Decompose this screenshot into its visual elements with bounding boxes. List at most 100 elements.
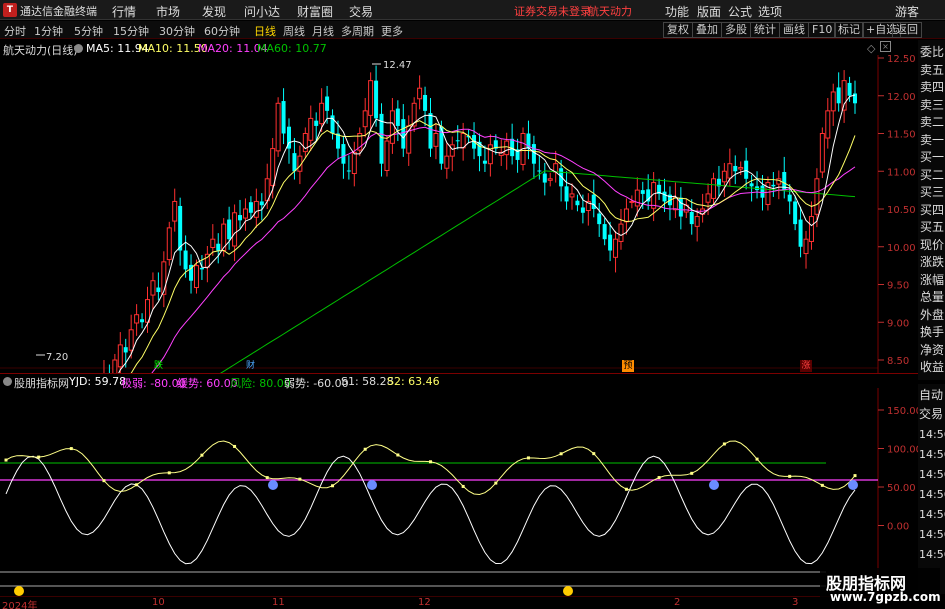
- candle-body: [537, 170, 542, 172]
- candle-body: [672, 197, 678, 211]
- indicator-dot: [429, 460, 432, 464]
- menu-formula[interactable]: 公式: [728, 3, 752, 20]
- candle-body: [199, 267, 204, 270]
- draw-button[interactable]: 画线: [779, 22, 809, 38]
- period-tick[interactable]: 分时: [4, 23, 26, 39]
- period-monthly[interactable]: 月线: [312, 23, 334, 39]
- marker-forecast[interactable]: 预: [622, 360, 634, 372]
- indicator-dot: [331, 484, 335, 488]
- trade-panel-item[interactable]: 自动: [919, 386, 943, 403]
- candle-body: [559, 168, 564, 187]
- candle-body: [836, 87, 841, 104]
- candle-body: [112, 359, 118, 373]
- period-1min[interactable]: 1分钟: [34, 23, 63, 39]
- candle-body: [227, 219, 232, 240]
- menu-quotes[interactable]: 行情: [112, 3, 136, 20]
- guest-label[interactable]: 游客: [895, 3, 919, 20]
- indicator-dot: [200, 453, 204, 457]
- marker-up[interactable]: 涨: [800, 360, 812, 372]
- login-warning[interactable]: 证券交易未登录: [514, 3, 591, 19]
- candle-body: [569, 193, 575, 198]
- signal-face-icon: [268, 480, 278, 490]
- period-30min[interactable]: 30分钟: [159, 23, 195, 39]
- adjust-button[interactable]: 复权: [663, 22, 693, 38]
- candle-body: [711, 178, 716, 199]
- settings-dot-icon[interactable]: [74, 44, 83, 53]
- period-60min[interactable]: 60分钟: [204, 23, 240, 39]
- candle-body: [771, 184, 776, 187]
- candle-body: [608, 234, 613, 251]
- watermark: 股朋指标网 www.7gpzb.com: [820, 568, 941, 608]
- x-label-2024: 2024年: [2, 601, 38, 609]
- candle-body: [210, 238, 216, 249]
- menu-trade[interactable]: 交易: [349, 3, 373, 20]
- menu-layout[interactable]: 版面: [697, 3, 721, 20]
- candle-body: [640, 190, 645, 194]
- indicator-dot: [135, 483, 139, 487]
- indicator-dot: [788, 474, 792, 478]
- indicator-dot: [4, 458, 8, 462]
- trade-time-item: 14:56: [919, 548, 945, 561]
- candle-body: [787, 194, 792, 202]
- trade-panel-item[interactable]: 交易: [919, 405, 943, 422]
- candle-body: [166, 227, 172, 261]
- candle-body: [178, 205, 183, 251]
- close-icon[interactable]: ×: [880, 41, 891, 52]
- candlestick-chart: 12.50 12.00 11.50 11.00 10.50 10.00 9.50 9.00 8.…: [0, 55, 916, 373]
- period-daily[interactable]: 日线: [254, 23, 276, 39]
- f10-button[interactable]: F10: [808, 22, 837, 38]
- candle-body: [504, 140, 510, 156]
- overlay-button[interactable]: 叠加: [692, 22, 722, 38]
- period-more[interactable]: 更多: [381, 23, 403, 39]
- marker-finance[interactable]: 财: [246, 360, 255, 372]
- back-button[interactable]: 返回: [892, 22, 922, 38]
- candle-body: [389, 110, 395, 144]
- trade-time-item: 14:56: [919, 428, 945, 441]
- candle-body: [253, 200, 259, 218]
- candle-body: [830, 91, 836, 112]
- candle-body: [346, 170, 351, 172]
- watermark-url: www.7gpzb.com: [830, 590, 941, 604]
- side-panel-item[interactable]: 收益: [919, 357, 945, 378]
- candle-body: [575, 200, 580, 206]
- period-multi[interactable]: 多周期: [341, 23, 374, 39]
- indicator-dot: [233, 444, 237, 448]
- period-5min[interactable]: 5分钟: [74, 23, 103, 39]
- candle-body: [319, 102, 325, 125]
- stats-button[interactable]: 统计: [750, 22, 780, 38]
- y-tick-label: 9.50: [887, 281, 909, 292]
- menu-discover[interactable]: 发现: [202, 3, 226, 20]
- mark-button[interactable]: 标记: [834, 22, 864, 38]
- period-weekly[interactable]: 周线: [283, 23, 305, 39]
- menu-options[interactable]: 选项: [758, 3, 782, 20]
- yjd-label: YJD: 59.78: [69, 375, 127, 388]
- marker-down[interactable]: 跌: [154, 360, 163, 372]
- candle-body: [117, 344, 123, 368]
- menu-function[interactable]: 功能: [665, 3, 689, 20]
- candle-body: [275, 102, 281, 152]
- indicator-settings-icon[interactable]: [3, 377, 12, 386]
- indicator-dot: [657, 476, 661, 480]
- ind-y-tick-label: 100.00: [887, 445, 918, 456]
- indicator-dot: [396, 453, 400, 457]
- indicator-dot: [624, 487, 628, 491]
- multi-stock-button[interactable]: 多股: [721, 22, 751, 38]
- indicator-dot: [690, 471, 694, 475]
- menu-market[interactable]: 市场: [156, 3, 180, 20]
- diamond-icon[interactable]: ◇: [867, 42, 875, 55]
- candle-body: [531, 144, 536, 164]
- period-15min[interactable]: 15分钟: [113, 23, 149, 39]
- candle-body: [428, 113, 433, 149]
- y-tick-label: 9.00: [887, 318, 909, 329]
- candle-body: [597, 213, 602, 225]
- indicator-dot: [592, 452, 596, 456]
- candle-body: [564, 186, 569, 202]
- candle-body: [242, 208, 248, 219]
- menu-ask[interactable]: 问小达: [244, 3, 280, 20]
- y-tick-label: 10.00: [887, 243, 916, 254]
- trade-time-item: 14:56: [919, 528, 945, 541]
- candle-body: [156, 287, 161, 293]
- indicator-dot: [265, 476, 269, 480]
- candle-body: [232, 212, 238, 247]
- menu-wealth[interactable]: 财富圈: [297, 3, 333, 20]
